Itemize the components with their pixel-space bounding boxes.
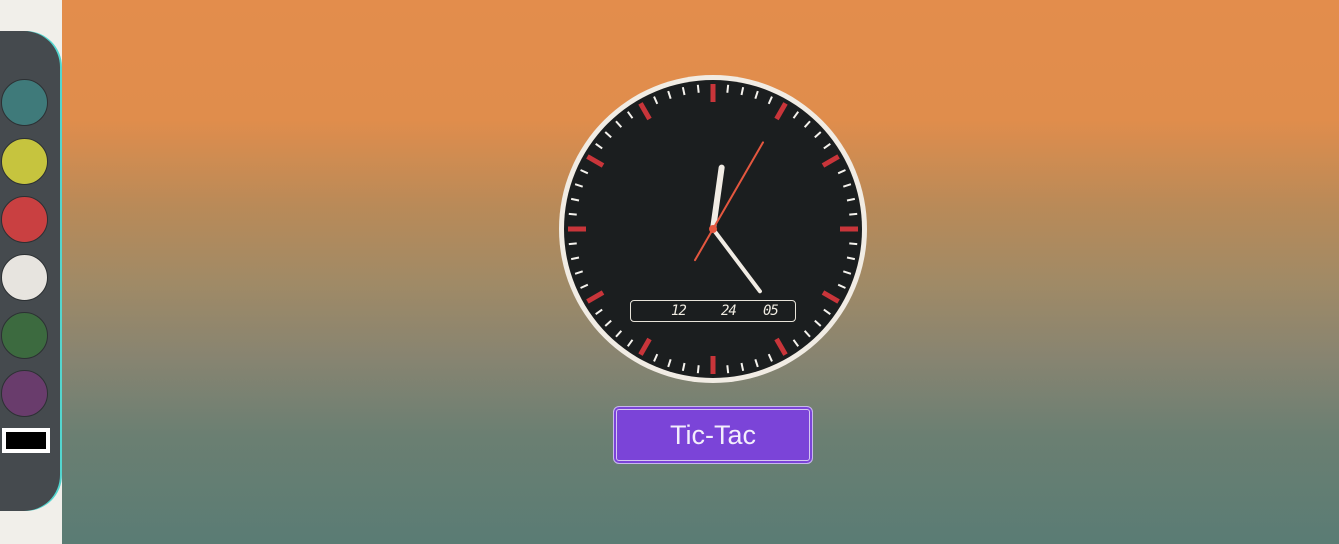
minute-tick bbox=[849, 242, 858, 246]
clock-face bbox=[559, 75, 867, 383]
swatch-yellow[interactable] bbox=[1, 138, 48, 185]
color-palette bbox=[0, 31, 60, 511]
minute-tick bbox=[696, 84, 700, 93]
digital-hours: 12 bbox=[671, 303, 687, 319]
selected-color-box[interactable] bbox=[2, 428, 50, 453]
minute-tick bbox=[726, 84, 730, 93]
swatch-red[interactable] bbox=[1, 196, 48, 243]
minute-tick bbox=[568, 212, 577, 216]
swatch-teal[interactable] bbox=[1, 79, 48, 126]
swatch-purple[interactable] bbox=[1, 370, 48, 417]
digital-minutes: 24 bbox=[721, 303, 737, 319]
minute-tick bbox=[568, 242, 577, 246]
digital-time-display: 12 24 05 bbox=[630, 300, 796, 322]
digital-seconds: 05 bbox=[763, 303, 779, 319]
analog-clock: 12 24 05 bbox=[558, 74, 868, 384]
minute-tick bbox=[726, 365, 730, 374]
swatch-white[interactable] bbox=[1, 254, 48, 301]
swatch-green[interactable] bbox=[1, 312, 48, 359]
tic-tac-button[interactable]: Tic-Tac bbox=[613, 406, 813, 464]
minute-tick bbox=[696, 365, 700, 374]
minute-tick bbox=[849, 212, 858, 216]
hand-pivot bbox=[709, 225, 717, 233]
